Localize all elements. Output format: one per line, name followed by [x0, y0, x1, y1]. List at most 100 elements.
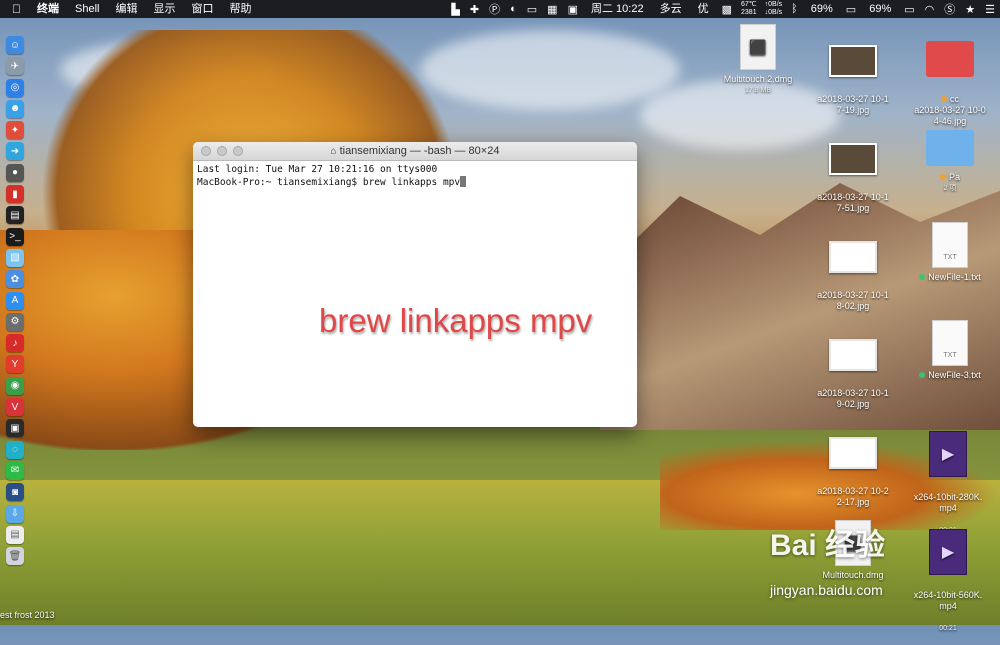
- desktop-image-3[interactable]: a2018-03-27 10-1 8-02.jpg: [803, 230, 903, 323]
- battery-percent-1[interactable]: 69%: [803, 0, 841, 18]
- wechat-dock-icon[interactable]: ✉: [6, 461, 24, 480]
- file-label: Multitouch.dmg: [822, 570, 884, 580]
- clock[interactable]: 周二 10:22: [583, 0, 652, 18]
- apple-icon[interactable]: : [0, 2, 29, 16]
- folder-icon: [926, 41, 974, 77]
- video-file-icon: ▶: [929, 529, 967, 575]
- chrome-icon[interactable]: ◉: [6, 376, 24, 395]
- safari-icon[interactable]: ◎: [6, 78, 24, 97]
- app-teal-icon[interactable]: ◌: [6, 440, 24, 459]
- file-label: x264-10bit-560K. mp4: [913, 590, 983, 611]
- text-cursor: [460, 176, 467, 187]
- menu-help[interactable]: 帮助: [221, 0, 259, 18]
- file-label: a2018-03-27 10-1 9-02.jpg: [817, 388, 889, 409]
- txt-badge: TXT: [943, 352, 957, 359]
- app-gray-icon[interactable]: ●: [6, 163, 24, 182]
- battery-icon-2[interactable]: ▭: [899, 3, 919, 16]
- settings-icon[interactable]: ⚙: [6, 312, 24, 331]
- desktop-image-2[interactable]: a2018-03-27 10-1 7-51.jpg: [803, 132, 903, 225]
- image-thumbnail-icon: [829, 339, 877, 371]
- menu-bar:  终端 Shell 编辑 显示 窗口 帮助 ▙ ✚ Ⓟ ◐ ▭ ▦ ▣ 周二 …: [0, 0, 1000, 18]
- vivaldi-icon[interactable]: V: [6, 398, 24, 417]
- app-dark-icon[interactable]: ▣: [6, 419, 24, 438]
- desktop-txt-1[interactable]: TXT NewFile-1.txt: [900, 222, 1000, 283]
- app-menu[interactable]: 终端: [29, 0, 67, 18]
- folder-label: Pa: [948, 172, 960, 182]
- tag-dot-icon: [919, 274, 926, 280]
- title-bar[interactable]: ⌂ tiansemixiang — -bash — 80×24: [193, 142, 637, 161]
- app-blue-icon[interactable]: ✿: [6, 270, 24, 289]
- home-icon: ⌂: [330, 146, 337, 157]
- image-thumbnail-icon: [829, 241, 877, 273]
- star-icon[interactable]: ★: [960, 3, 980, 16]
- baidu-watermark: Bai 经验: [770, 529, 886, 562]
- menu-shell[interactable]: Shell: [67, 0, 107, 18]
- temperature[interactable]: 67℃ 2381: [737, 1, 761, 17]
- file-label: NewFile-3.txt: [900, 370, 1000, 381]
- menu-view[interactable]: 显示: [145, 0, 183, 18]
- file-name: NewFile-1.txt: [928, 272, 981, 282]
- prompt-line: MacBook-Pro:~ tiansemixiang$ brew linkap…: [197, 176, 633, 189]
- net-up: ↑0B/s: [764, 1, 783, 8]
- file-label: NewFile-1.txt: [900, 272, 1000, 283]
- desktop-txt-3[interactable]: TXT NewFile-3.txt: [900, 320, 1000, 381]
- txt-badge: TXT: [943, 254, 957, 261]
- weather[interactable]: 多云: [652, 0, 690, 18]
- app-red2-icon[interactable]: ▮: [6, 185, 24, 204]
- list-icon[interactable]: ☰: [980, 3, 1000, 16]
- network-speed[interactable]: ↑0B/s ↓0B/s: [761, 1, 787, 17]
- folder-icon: [926, 130, 974, 166]
- app-s-icon[interactable]: Ⓢ: [939, 1, 960, 17]
- status-icon-3[interactable]: Ⓟ: [484, 1, 505, 17]
- window-icon[interactable]: ▣: [563, 3, 583, 16]
- finder-icon[interactable]: ☺: [6, 36, 24, 54]
- app-navy-icon[interactable]: ◙: [6, 483, 24, 502]
- bluetooth-icon[interactable]: ᛒ: [786, 3, 803, 15]
- watermark-url: jingyan.baidu.com: [770, 582, 883, 598]
- terminal-window[interactable]: ⌂ tiansemixiang — -bash — 80×24 Last logi…: [193, 142, 637, 427]
- launchpad-icon[interactable]: ✈: [6, 57, 24, 76]
- yandex-icon[interactable]: Y: [6, 355, 24, 374]
- file-label: a2018-03-27 10-1 7-19.jpg: [817, 94, 889, 115]
- quality-label[interactable]: 优: [690, 0, 717, 18]
- dock: ☺ ✈ ◎ ☻ ✦ ➜ ● ▮ ▤ >_ ▧ ✿ A ⚙ ♪ Y ◉ V ▣ ◌…: [4, 36, 26, 568]
- wifi-icon[interactable]: ◠: [920, 3, 940, 16]
- desktop-image-4[interactable]: a2018-03-27 10-1 9-02.jpg: [803, 328, 903, 421]
- desktop-file-dmg[interactable]: ⬛ Multitouch 2.dmg 17.8 MB: [708, 24, 808, 96]
- status-icon-1[interactable]: ▙: [446, 3, 464, 16]
- item-count: 2 项: [943, 185, 957, 192]
- battery-icon[interactable]: ▭: [841, 3, 861, 16]
- documents-icon[interactable]: ▤: [6, 525, 24, 544]
- migration-icon[interactable]: ➜: [6, 142, 24, 161]
- status-icon-2[interactable]: ✚: [465, 3, 484, 16]
- image-thumbnail-icon: [829, 437, 877, 469]
- app-red-icon[interactable]: ✦: [6, 121, 24, 140]
- desktop-folder-cc[interactable]: cc a2018-03-27 10-0 4-46.jpg: [900, 30, 1000, 138]
- desktop-image-1[interactable]: a2018-03-27 10-1 7-19.jpg: [803, 34, 903, 127]
- grid-icon[interactable]: ▦: [542, 3, 562, 16]
- folder-label: cc a2018-03-27 10-0 4-46.jpg: [914, 94, 986, 126]
- trash-icon[interactable]: 🗑: [6, 547, 24, 566]
- wechat-icon[interactable]: ◐: [505, 3, 522, 15]
- contacts-icon[interactable]: ☻: [6, 99, 24, 118]
- video-file-icon: ▶: [929, 431, 967, 477]
- activity-icon[interactable]: ▤: [6, 206, 24, 225]
- menu-edit[interactable]: 编辑: [107, 0, 145, 18]
- battery-percent-2[interactable]: 69%: [861, 0, 899, 18]
- menu-window[interactable]: 窗口: [183, 0, 221, 18]
- file-label: Multitouch 2.dmg: [723, 74, 793, 84]
- terminal-content[interactable]: Last login: Tue Mar 27 10:21:16 on ttys0…: [193, 161, 637, 192]
- tag-dot-icon: [919, 372, 926, 378]
- display-icon[interactable]: ▭: [522, 3, 542, 16]
- desktop-image-5[interactable]: a2018-03-27 10-2 2-17.jpg: [803, 426, 903, 519]
- terminal-icon[interactable]: >_: [6, 227, 24, 246]
- desktop-video-2[interactable]: ▶ x264-10bit-560K. mp4 00:21: [898, 518, 998, 645]
- appstore-icon[interactable]: A: [6, 291, 24, 310]
- desktop-folder-pa[interactable]: Pa 2 项: [900, 130, 1000, 194]
- netease-icon[interactable]: ♪: [6, 334, 24, 353]
- downloads-icon[interactable]: ⇩: [6, 504, 24, 523]
- file-label: a2018-03-27 10-1 8-02.jpg: [817, 290, 889, 311]
- preview-icon[interactable]: ▧: [6, 248, 24, 267]
- chip-icon[interactable]: ▩: [717, 3, 737, 16]
- command-text: MacBook-Pro:~ tiansemixiang$ brew linkap…: [197, 177, 461, 188]
